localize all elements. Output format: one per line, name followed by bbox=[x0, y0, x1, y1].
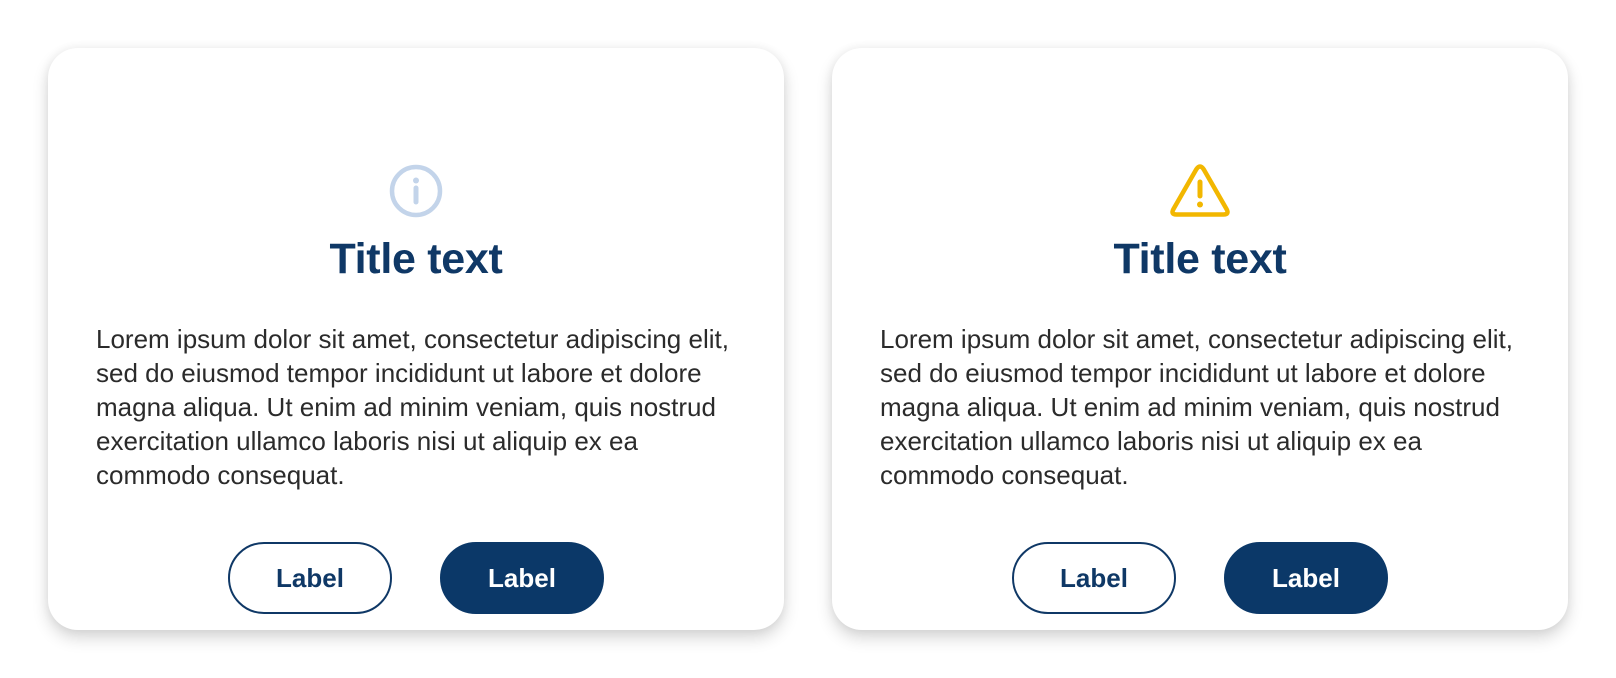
primary-button[interactable]: Label bbox=[1224, 542, 1388, 614]
dialog-gallery: Title text Lorem ipsum dolor sit amet, c… bbox=[0, 0, 1616, 678]
info-circle-icon bbox=[389, 164, 443, 218]
dialog-actions: Label Label bbox=[832, 542, 1568, 614]
warning-triangle-icon bbox=[1170, 164, 1230, 217]
warning-dialog-card: Title text Lorem ipsum dolor sit amet, c… bbox=[832, 48, 1568, 630]
dialog-actions: Label Label bbox=[48, 542, 784, 614]
warning-icon-container bbox=[832, 163, 1568, 219]
dialog-body-text: Lorem ipsum dolor sit amet, consectetur … bbox=[880, 324, 1513, 490]
dialog-title: Title text bbox=[329, 235, 503, 283]
primary-button[interactable]: Label bbox=[440, 542, 604, 614]
dialog-title: Title text bbox=[1113, 235, 1287, 283]
info-icon-container bbox=[48, 163, 784, 219]
secondary-button[interactable]: Label bbox=[1012, 542, 1176, 614]
dialog-body-text: Lorem ipsum dolor sit amet, consectetur … bbox=[96, 324, 729, 490]
info-dialog-card: Title text Lorem ipsum dolor sit amet, c… bbox=[48, 48, 784, 630]
secondary-button[interactable]: Label bbox=[228, 542, 392, 614]
